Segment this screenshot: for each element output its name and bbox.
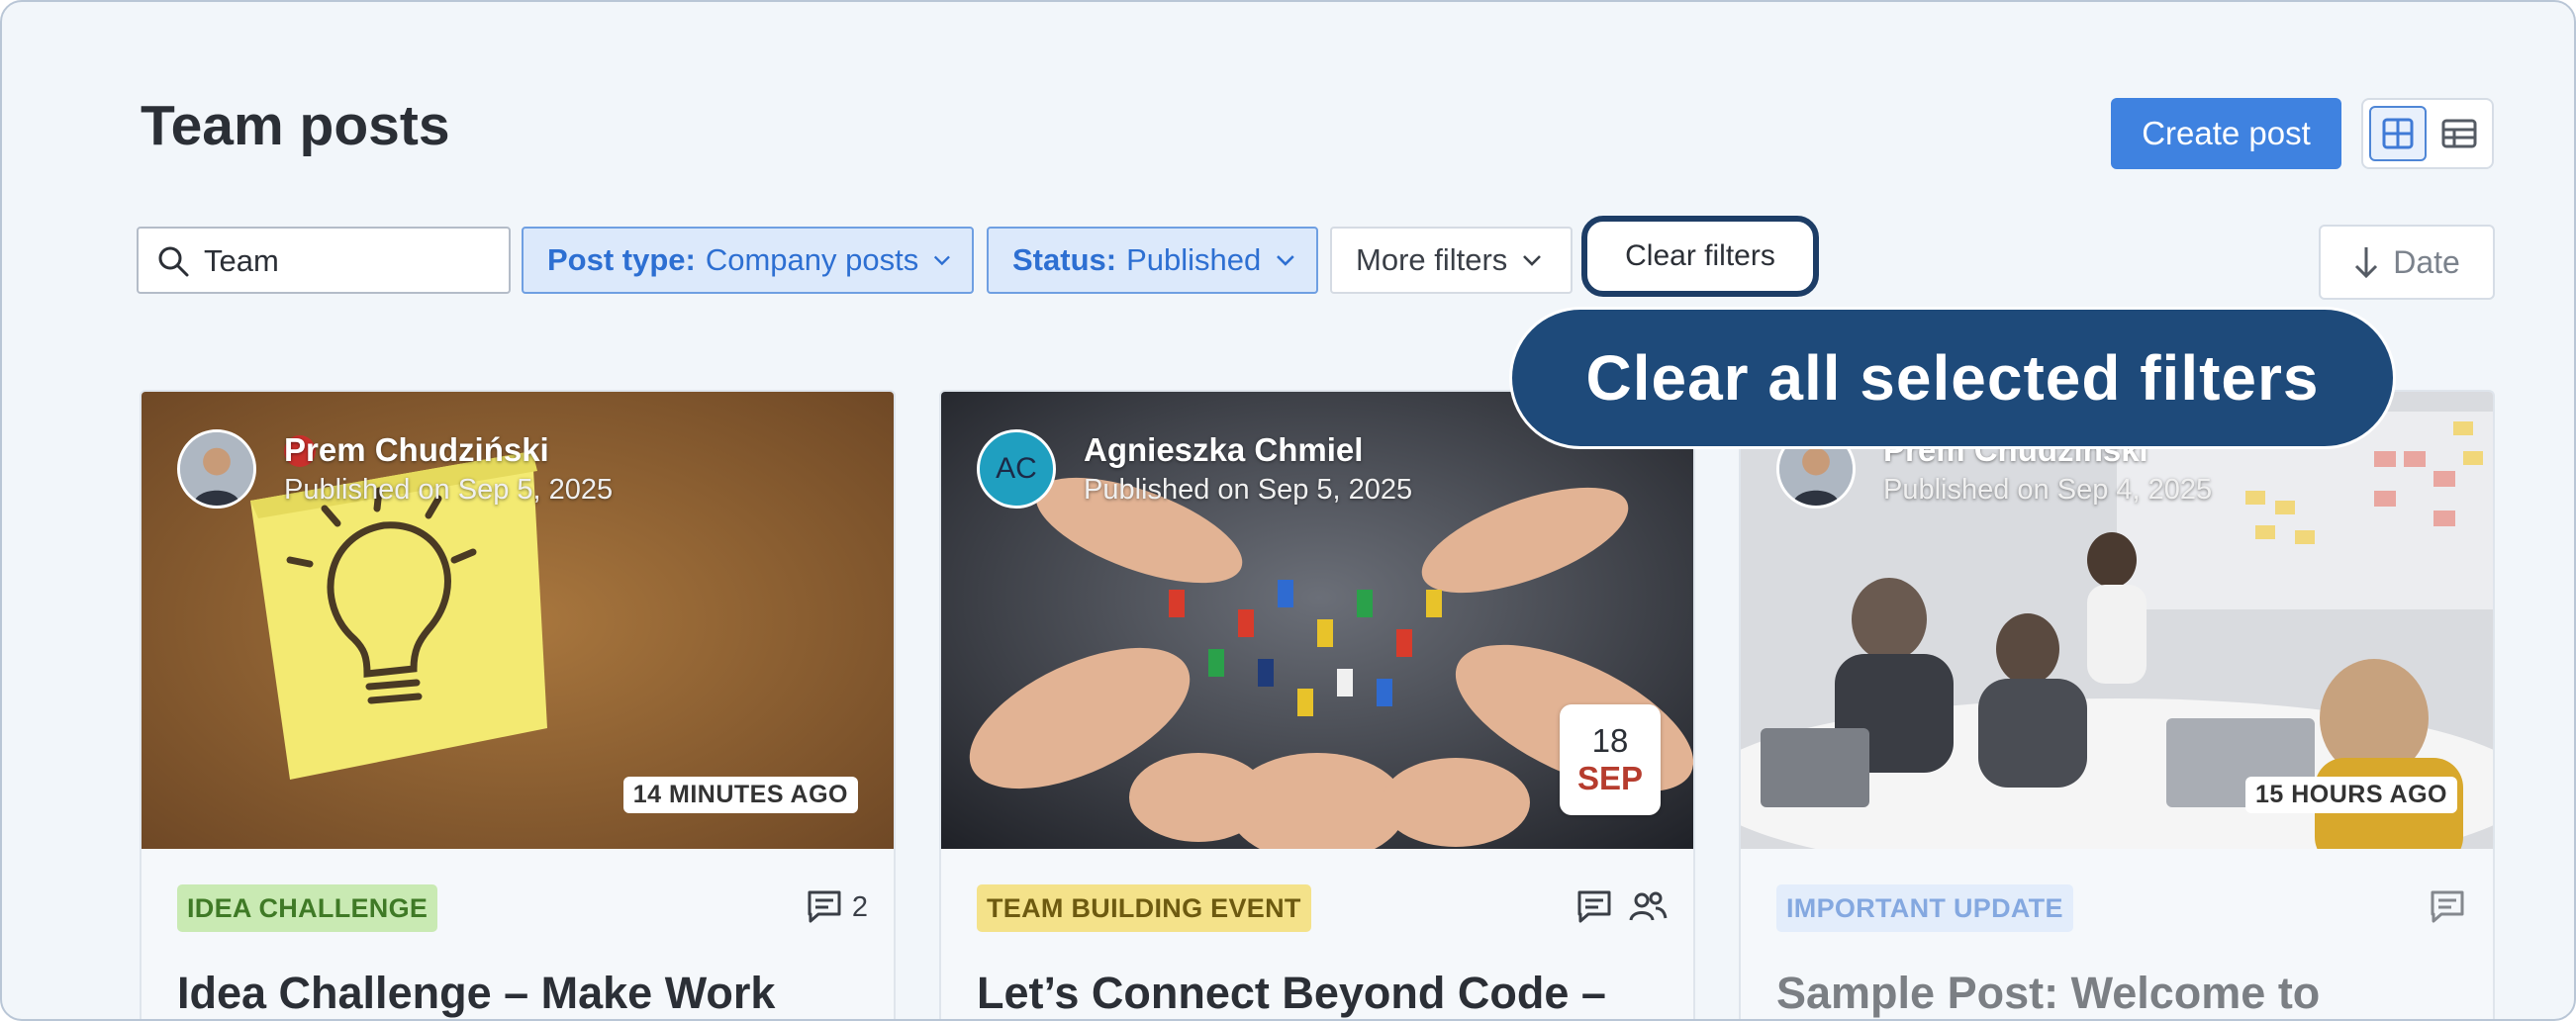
event-day: 18 (1591, 722, 1629, 759)
table-view-icon (2441, 119, 2477, 148)
post-card[interactable]: Prem Chudziński Published on Sep 4, 2025… (1739, 390, 2495, 1019)
avatar (177, 429, 256, 509)
sort-date-label: Date (2393, 243, 2460, 280)
post-published-date: Published on Sep 5, 2025 (1084, 474, 1413, 506)
post-image: AC Agnieszka Chmiel Published on Sep 5, … (941, 392, 1693, 849)
post-author[interactable]: Agnieszka Chmiel (1084, 431, 1363, 469)
time-badge: 15 HOURS AGO (2244, 777, 2457, 813)
post-meta: 2 (805, 888, 868, 926)
search-input[interactable] (202, 238, 493, 284)
post-card[interactable]: AC Agnieszka Chmiel Published on Sep 5, … (939, 390, 1695, 1019)
post-type-filter[interactable]: Post type: Company posts (522, 227, 974, 294)
sort-date-button[interactable]: Date (2319, 225, 2495, 300)
table-view-button[interactable] (2431, 106, 2488, 161)
post-title[interactable]: Let’s Connect Beyond Code – (977, 968, 1606, 1019)
view-toggle (2361, 98, 2494, 169)
comment-count: 2 (851, 890, 868, 923)
arrow-down-icon (2355, 247, 2378, 279)
avatar: AC (977, 429, 1056, 509)
post-meta (1574, 888, 1668, 926)
post-tag: TEAM BUILDING EVENT (977, 884, 1311, 932)
comment-icon[interactable] (805, 888, 844, 926)
app-frame: Team posts Create post Post type: (0, 0, 2576, 1021)
clear-filters-button[interactable]: Clear filters (1581, 216, 1819, 297)
status-value: Published (1126, 242, 1262, 277)
chevron-down-icon (1277, 255, 1294, 266)
time-badge: 14 MINUTES AGO (622, 777, 858, 813)
post-meta (2428, 888, 2467, 926)
post-title[interactable]: Idea Challenge – Make Work (177, 968, 775, 1019)
search-field (137, 227, 511, 294)
post-author[interactable]: Prem Chudziński (284, 431, 549, 469)
post-card[interactable]: Prem Chudziński Published on Sep 5, 2025… (140, 390, 896, 1019)
post-type-label: Post type: (547, 242, 696, 277)
chevron-down-icon (1523, 255, 1542, 266)
comment-icon[interactable] (1574, 888, 1614, 926)
post-image: Prem Chudziński Published on Sep 4, 2025… (1741, 392, 2493, 849)
create-post-button[interactable]: Create post (2111, 98, 2341, 169)
more-filters-button[interactable]: More filters (1330, 227, 1573, 294)
post-published-date: Published on Sep 4, 2025 (1883, 474, 2213, 506)
post-tag: IDEA CHALLENGE (177, 884, 438, 932)
more-filters-label: More filters (1356, 242, 1508, 277)
post-tag: IMPORTANT UPDATE (1776, 884, 2073, 932)
status-filter[interactable]: Status: Published (987, 227, 1318, 294)
chevron-down-icon (934, 255, 951, 266)
tooltip-clear-filters: Clear all selected filters (1509, 307, 2396, 449)
grid-view-button[interactable] (2369, 106, 2427, 161)
post-published-date: Published on Sep 5, 2025 (284, 474, 614, 506)
post-title[interactable]: Sample Post: Welcome to (1776, 968, 2320, 1019)
comment-icon[interactable] (2428, 888, 2467, 926)
post-image: Prem Chudziński Published on Sep 5, 2025… (142, 392, 894, 849)
event-month: SEP (1576, 760, 1644, 796)
people-icon[interactable] (1628, 888, 1668, 926)
status-label: Status: (1012, 242, 1117, 277)
page-title: Team posts (141, 94, 450, 157)
event-date-badge: 18 SEP (1560, 704, 1661, 815)
search-icon (158, 246, 189, 277)
grid-view-icon (2382, 118, 2414, 149)
post-type-value: Company posts (705, 242, 919, 277)
